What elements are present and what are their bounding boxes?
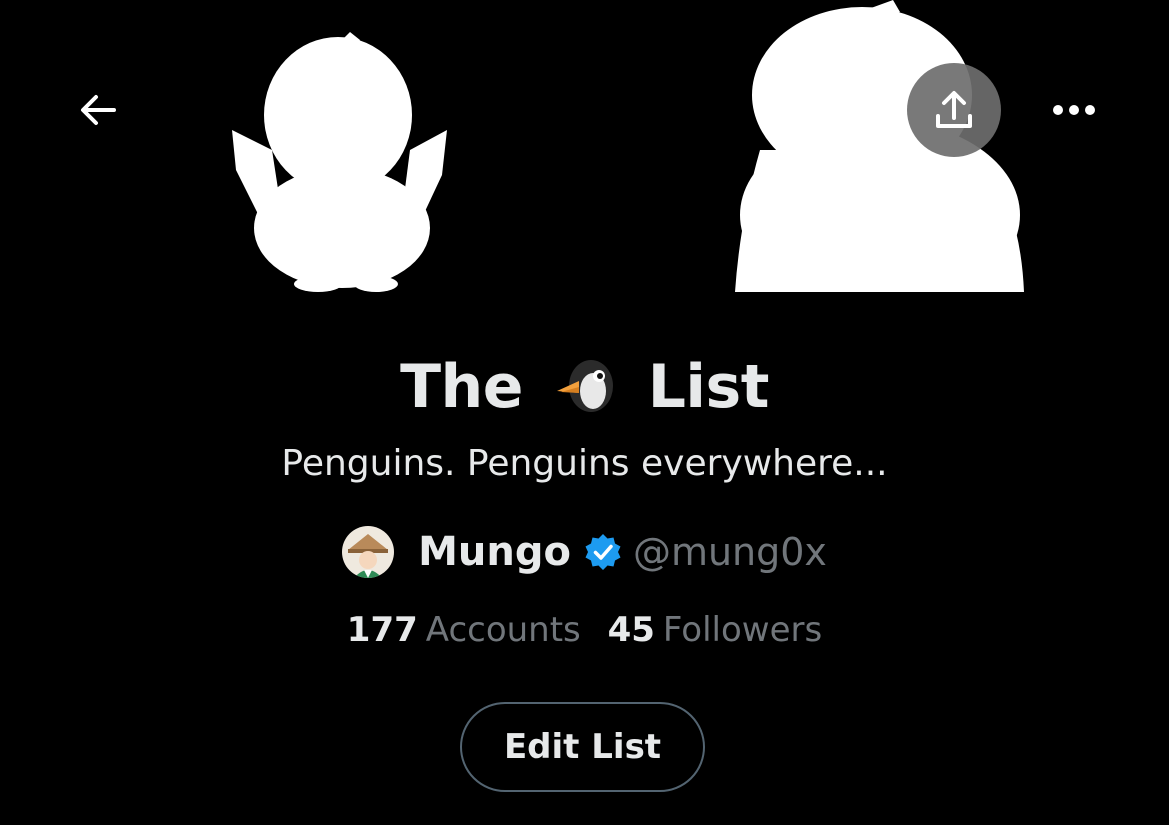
accounts-stat[interactable]: 177 Accounts [347, 606, 581, 654]
followers-count: 45 [607, 610, 655, 650]
banner-penguin-right [735, 0, 1024, 300]
list-description: Penguins. Penguins everywhere... [281, 443, 888, 484]
owner-avatar[interactable] [342, 526, 395, 578]
verified-badge-icon [583, 532, 623, 572]
share-button[interactable] [907, 63, 1001, 157]
more-horizontal-icon [1053, 105, 1095, 115]
followers-stat[interactable]: 45 Followers [608, 606, 823, 654]
share-upload-icon [936, 91, 972, 128]
accounts-label: Accounts [425, 610, 581, 650]
more-options-button[interactable] [1038, 74, 1110, 146]
list-banner-image [0, 0, 1169, 300]
list-title-prefix: The [400, 352, 523, 422]
list-owner: Mungo @mung0x [0, 522, 1169, 582]
avatar-image [342, 526, 395, 578]
banner-penguin-left [232, 32, 447, 292]
list-stats: 177 Accounts 45 Followers [0, 606, 1169, 654]
owner-name[interactable]: Mungo [418, 529, 571, 575]
back-button[interactable] [62, 74, 134, 146]
arrow-left-icon [81, 95, 116, 125]
list-title: The List [0, 352, 1169, 422]
accounts-count: 177 [346, 610, 418, 650]
penguin-emoji-icon [557, 360, 614, 412]
edit-list-button[interactable]: Edit List [460, 702, 705, 792]
list-title-suffix: List [647, 352, 770, 422]
followers-label: Followers [662, 610, 823, 650]
owner-handle[interactable]: @mung0x [633, 530, 827, 574]
